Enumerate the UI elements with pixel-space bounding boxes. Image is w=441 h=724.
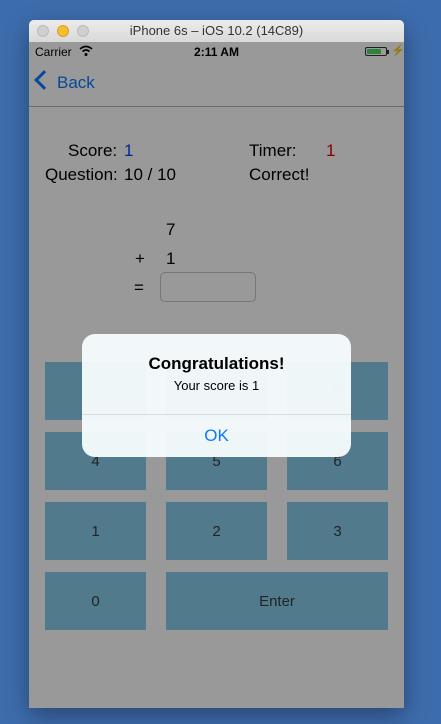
window-titlebar: iPhone 6s – iOS 10.2 (14C89)	[29, 20, 404, 43]
alert-message: Your score is 1	[173, 378, 260, 393]
window-title: iPhone 6s – iOS 10.2 (14C89)	[129, 23, 304, 38]
alert-title: Congratulations!	[148, 354, 285, 373]
alert-ok-button[interactable]: OK	[82, 415, 351, 457]
simulator-window: iPhone 6s – iOS 10.2 (14C89) Carrier 2:1…	[29, 20, 404, 708]
device-screen: Carrier 2:11 AM ⚡ Back Score: 1 Timer: 1…	[29, 42, 404, 708]
score-alert-dialog: Congratulations! Your score is 1 OK	[82, 334, 351, 457]
